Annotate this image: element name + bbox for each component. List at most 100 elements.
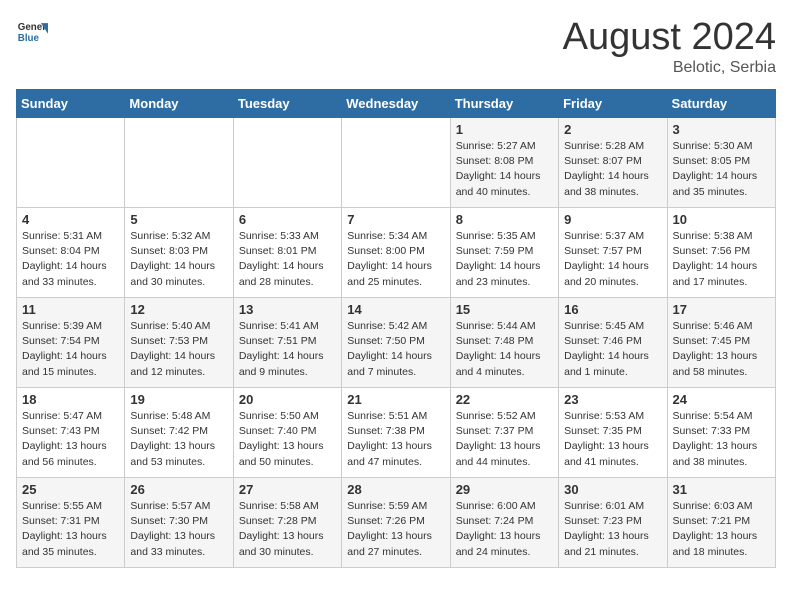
calendar-cell: 16Sunrise: 5:45 AM Sunset: 7:46 PM Dayli… (559, 298, 667, 388)
cell-info: Sunrise: 5:53 AM Sunset: 7:35 PM Dayligh… (564, 409, 661, 470)
cell-info: Sunrise: 5:45 AM Sunset: 7:46 PM Dayligh… (564, 319, 661, 380)
cell-info: Sunrise: 5:38 AM Sunset: 7:56 PM Dayligh… (673, 229, 770, 290)
calendar-header: SundayMondayTuesdayWednesdayThursdayFrid… (17, 90, 776, 118)
day-number: 6 (239, 212, 336, 227)
calendar-cell: 4 Sunrise: 5:31 AM Sunset: 8:04 PM Daylig… (17, 208, 125, 298)
week-row-2: 4 Sunrise: 5:31 AM Sunset: 8:04 PM Daylig… (17, 208, 776, 298)
day-number: 19 (130, 392, 227, 407)
cell-info: Sunrise: 6:00 AM Sunset: 7:24 PM Dayligh… (456, 499, 553, 560)
calendar-cell: 17Sunrise: 5:46 AM Sunset: 7:45 PM Dayli… (667, 298, 775, 388)
week-row-4: 18 Sunrise: 5:47 AM Sunset: 7:43 PM Dayli… (17, 388, 776, 478)
calendar-cell (342, 118, 450, 208)
calendar-cell (17, 118, 125, 208)
cell-info: Sunrise: 5:37 AM Sunset: 7:57 PM Dayligh… (564, 229, 661, 290)
cell-info: Sunrise: 5:44 AM Sunset: 7:48 PM Dayligh… (456, 319, 553, 380)
calendar-cell: 2 Sunrise: 5:28 AM Sunset: 8:07 PM Daylig… (559, 118, 667, 208)
calendar-cell: 3Sunrise: 5:30 AM Sunset: 8:05 PM Daylig… (667, 118, 775, 208)
day-number: 9 (564, 212, 661, 227)
calendar-cell: 22Sunrise: 5:52 AM Sunset: 7:37 PM Dayli… (450, 388, 558, 478)
day-number: 8 (456, 212, 553, 227)
cell-info: Sunrise: 5:42 AM Sunset: 7:50 PM Dayligh… (347, 319, 444, 380)
cell-info: Sunrise: 5:27 AM Sunset: 8:08 PM Dayligh… (456, 139, 553, 200)
header-day-sunday: Sunday (17, 90, 125, 118)
cell-info: Sunrise: 5:52 AM Sunset: 7:37 PM Dayligh… (456, 409, 553, 470)
calendar-cell: 30 Sunrise: 6:01 AM Sunset: 7:23 PM Dayli… (559, 478, 667, 568)
calendar-cell: 14 Sunrise: 5:42 AM Sunset: 7:50 PM Dayli… (342, 298, 450, 388)
cell-info: Sunrise: 5:31 AM Sunset: 8:04 PM Dayligh… (22, 229, 119, 290)
day-number: 14 (347, 302, 444, 317)
calendar-cell: 31 Sunrise: 6:03 AM Sunset: 7:21 PM Dayli… (667, 478, 775, 568)
day-number: 1 (456, 122, 553, 137)
day-number: 29 (456, 482, 553, 497)
cell-info: Sunrise: 6:03 AM Sunset: 7:21 PM Dayligh… (673, 499, 770, 560)
calendar-cell: 1 Sunrise: 5:27 AM Sunset: 8:08 PM Daylig… (450, 118, 558, 208)
day-number: 3 (673, 122, 770, 137)
cell-info: Sunrise: 6:01 AM Sunset: 7:23 PM Dayligh… (564, 499, 661, 560)
calendar-cell: 19Sunrise: 5:48 AM Sunset: 7:42 PM Dayli… (125, 388, 233, 478)
week-row-1: 1 Sunrise: 5:27 AM Sunset: 8:08 PM Daylig… (17, 118, 776, 208)
day-number: 28 (347, 482, 444, 497)
day-number: 27 (239, 482, 336, 497)
calendar-cell: 20Sunrise: 5:50 AM Sunset: 7:40 PM Dayli… (233, 388, 341, 478)
header-day-thursday: Thursday (450, 90, 558, 118)
header-day-wednesday: Wednesday (342, 90, 450, 118)
cell-info: Sunrise: 5:34 AM Sunset: 8:00 PM Dayligh… (347, 229, 444, 290)
day-number: 23 (564, 392, 661, 407)
page-header: General Blue August 2024 Belotic, Serbia (16, 16, 776, 77)
week-row-5: 25 Sunrise: 5:55 AM Sunset: 7:31 PM Dayli… (17, 478, 776, 568)
cell-info: Sunrise: 5:39 AM Sunset: 7:54 PM Dayligh… (22, 319, 119, 380)
calendar-cell: 12 Sunrise: 5:40 AM Sunset: 7:53 PM Dayli… (125, 298, 233, 388)
calendar-cell: 18 Sunrise: 5:47 AM Sunset: 7:43 PM Dayli… (17, 388, 125, 478)
cell-info: Sunrise: 5:32 AM Sunset: 8:03 PM Dayligh… (130, 229, 227, 290)
calendar-cell: 27 Sunrise: 5:58 AM Sunset: 7:28 PM Dayli… (233, 478, 341, 568)
calendar-cell: 8Sunrise: 5:35 AM Sunset: 7:59 PM Daylig… (450, 208, 558, 298)
calendar-cell: 7Sunrise: 5:34 AM Sunset: 8:00 PM Daylig… (342, 208, 450, 298)
day-number: 30 (564, 482, 661, 497)
calendar-cell: 11 Sunrise: 5:39 AM Sunset: 7:54 PM Dayli… (17, 298, 125, 388)
day-number: 21 (347, 392, 444, 407)
calendar-cell: 23 Sunrise: 5:53 AM Sunset: 7:35 PM Dayli… (559, 388, 667, 478)
day-number: 12 (130, 302, 227, 317)
cell-info: Sunrise: 5:54 AM Sunset: 7:33 PM Dayligh… (673, 409, 770, 470)
day-number: 13 (239, 302, 336, 317)
cell-info: Sunrise: 5:55 AM Sunset: 7:31 PM Dayligh… (22, 499, 119, 560)
day-number: 2 (564, 122, 661, 137)
cell-info: Sunrise: 5:58 AM Sunset: 7:28 PM Dayligh… (239, 499, 336, 560)
day-number: 10 (673, 212, 770, 227)
day-number: 11 (22, 302, 119, 317)
header-day-saturday: Saturday (667, 90, 775, 118)
calendar-body: 1 Sunrise: 5:27 AM Sunset: 8:08 PM Daylig… (17, 118, 776, 568)
calendar-cell: 29 Sunrise: 6:00 AM Sunset: 7:24 PM Dayli… (450, 478, 558, 568)
cell-info: Sunrise: 5:41 AM Sunset: 7:51 PM Dayligh… (239, 319, 336, 380)
calendar-cell: 24 Sunrise: 5:54 AM Sunset: 7:33 PM Dayli… (667, 388, 775, 478)
calendar-cell: 10 Sunrise: 5:38 AM Sunset: 7:56 PM Dayli… (667, 208, 775, 298)
cell-info: Sunrise: 5:47 AM Sunset: 7:43 PM Dayligh… (22, 409, 119, 470)
calendar-table: SundayMondayTuesdayWednesdayThursdayFrid… (16, 89, 776, 568)
calendar-cell (233, 118, 341, 208)
day-number: 20 (239, 392, 336, 407)
day-number: 5 (130, 212, 227, 227)
calendar-cell: 21Sunrise: 5:51 AM Sunset: 7:38 PM Dayli… (342, 388, 450, 478)
calendar-cell: 9 Sunrise: 5:37 AM Sunset: 7:57 PM Daylig… (559, 208, 667, 298)
week-row-3: 11 Sunrise: 5:39 AM Sunset: 7:54 PM Dayli… (17, 298, 776, 388)
cell-info: Sunrise: 5:33 AM Sunset: 8:01 PM Dayligh… (239, 229, 336, 290)
cell-info: Sunrise: 5:28 AM Sunset: 8:07 PM Dayligh… (564, 139, 661, 200)
day-number: 31 (673, 482, 770, 497)
day-number: 24 (673, 392, 770, 407)
calendar-cell: 28 Sunrise: 5:59 AM Sunset: 7:26 PM Dayli… (342, 478, 450, 568)
cell-info: Sunrise: 5:57 AM Sunset: 7:30 PM Dayligh… (130, 499, 227, 560)
location: Belotic, Serbia (563, 59, 776, 77)
svg-text:Blue: Blue (18, 33, 40, 44)
day-number: 18 (22, 392, 119, 407)
calendar-cell: 15Sunrise: 5:44 AM Sunset: 7:48 PM Dayli… (450, 298, 558, 388)
logo: General Blue (16, 16, 48, 48)
header-row: SundayMondayTuesdayWednesdayThursdayFrid… (17, 90, 776, 118)
day-number: 25 (22, 482, 119, 497)
cell-info: Sunrise: 5:40 AM Sunset: 7:53 PM Dayligh… (130, 319, 227, 380)
calendar-cell: 13 Sunrise: 5:41 AM Sunset: 7:51 PM Dayli… (233, 298, 341, 388)
header-day-monday: Monday (125, 90, 233, 118)
day-number: 4 (22, 212, 119, 227)
cell-info: Sunrise: 5:59 AM Sunset: 7:26 PM Dayligh… (347, 499, 444, 560)
calendar-cell: 5 Sunrise: 5:32 AM Sunset: 8:03 PM Daylig… (125, 208, 233, 298)
title-block: August 2024 Belotic, Serbia (563, 16, 776, 77)
